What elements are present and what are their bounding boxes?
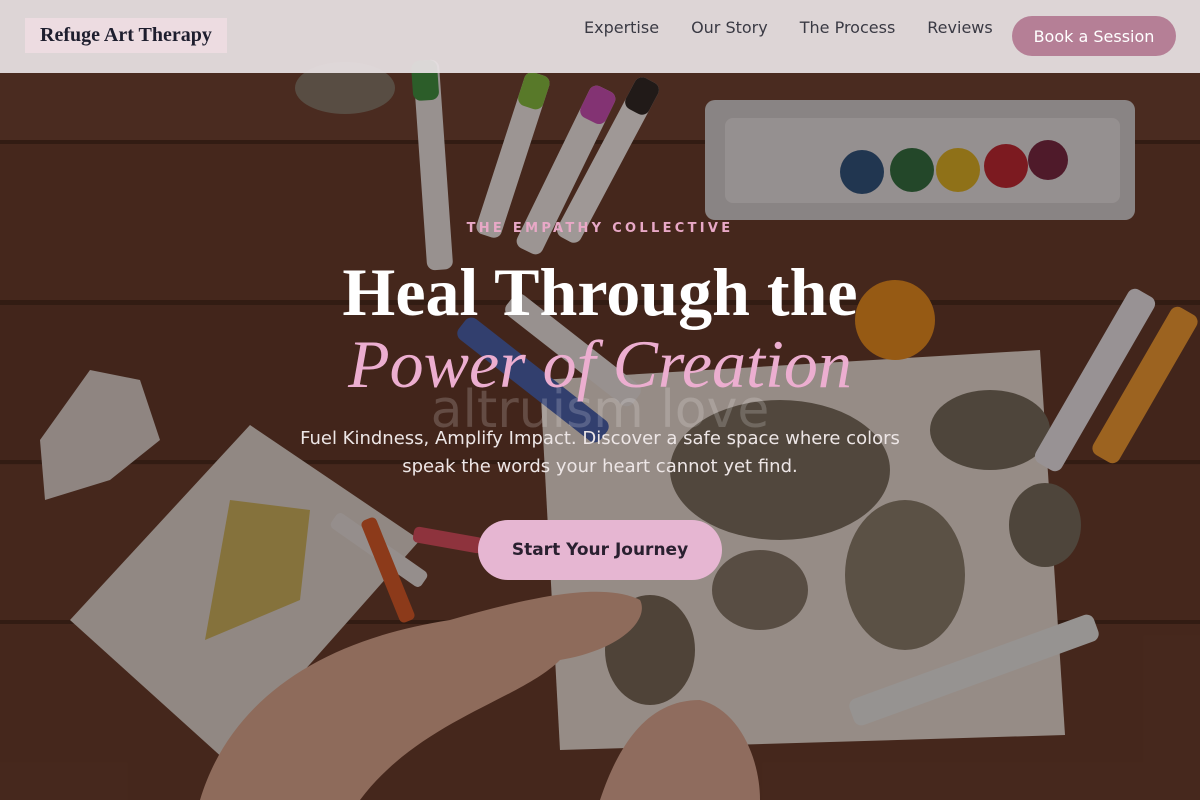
hero-subtitle: Fuel Kindness, Amplify Impact. Discover … [300,428,900,477]
hero-eyebrow: THE EMPATHY COLLECTIVE [466,221,734,236]
start-journey-button[interactable]: Start Your Journey [478,520,722,580]
hero-title-line1: Heal Through the [342,254,858,330]
hero-title-line2: Power of Creation [348,326,852,402]
hero-content: THE EMPATHY COLLECTIVE Heal Through the … [0,0,1200,800]
